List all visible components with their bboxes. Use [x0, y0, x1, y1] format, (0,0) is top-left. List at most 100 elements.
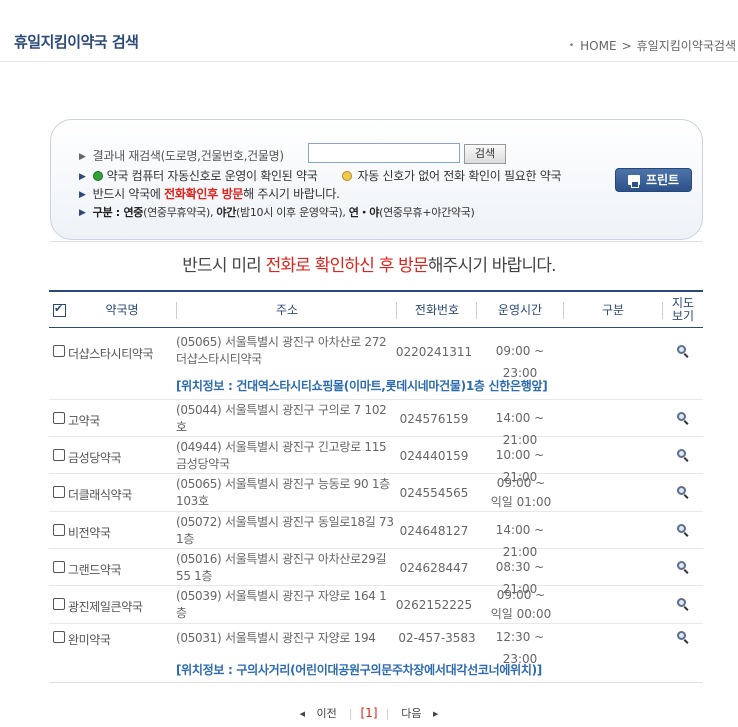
- type-c: 연・야: [348, 206, 380, 219]
- call-before-visit-notice: 반드시 미리 전화로 확인하신 후 방문해주시기 바랍니다.: [0, 251, 738, 276]
- page-header: 휴일지킴이약국 검색 • HOME > 휴일지킴이약국검색: [0, 0, 738, 62]
- table-row: 더클래식약국 (05065) 서울특별시 광진구 능동로 90 1층 103호 …: [49, 474, 703, 512]
- pharmacy-address: (04944) 서울특별시 광진구 긴고랑로 115 금성당약국: [176, 440, 387, 471]
- breadcrumb-home[interactable]: HOME: [580, 39, 616, 53]
- triangle-bullet-icon: ▶: [79, 190, 86, 200]
- print-button[interactable]: 프린트: [615, 168, 692, 192]
- pharmacy-address: (05044) 서울특별시 광진구 구의로 7 102호: [176, 403, 387, 434]
- pharmacy-name: 더클래식약국: [68, 488, 132, 502]
- breadcrumb-current: 휴일지킴이약국검색: [636, 39, 736, 53]
- map-search-icon[interactable]: [677, 598, 690, 611]
- table-row: 금성당약국 (04944) 서울특별시 광진구 긴고랑로 115 금성당약국 0…: [49, 437, 703, 484]
- map-search-icon[interactable]: [677, 524, 690, 537]
- pharmacy-name: 더샵스타시티약국: [68, 347, 154, 361]
- row-checkbox[interactable]: [53, 449, 65, 461]
- re-search-label: 결과내 재검색(도로명,건물번호,건물명): [92, 149, 284, 163]
- legend-green-label: 약국 컴퓨터 자동신호로 운영이 확인된 약국: [106, 169, 318, 183]
- table-row: 더샵스타시티약국 (05065) 서울특별시 광진구 아차산로 272 더샵스타…: [49, 329, 703, 400]
- prev-page-link[interactable]: ◀ 이전: [296, 707, 341, 720]
- re-search-row: ▶ 결과내 재검색(도로명,건물번호,건물명): [79, 147, 284, 164]
- header-name: 약국명: [105, 302, 139, 317]
- pharmacy-name: 그랜드약국: [68, 563, 122, 577]
- pharmacy-phone: 0220241311: [395, 345, 473, 359]
- re-search-input[interactable]: [308, 143, 460, 163]
- pharmacy-table: 약국명 주소 전화번호 운영시간 구분 지도 보기 더샵스타시티약국 (0506…: [49, 290, 703, 677]
- type-b-desc: (밤10시 이후 운영약국),: [236, 206, 349, 219]
- pharmacy-address: (05039) 서울특별시 광진구 자양로 164 1층: [176, 589, 387, 620]
- row-checkbox[interactable]: [53, 631, 65, 643]
- pharmacy-address: (05072) 서울특별시 광진구 동일로18길 73 1층: [176, 515, 394, 546]
- legend-row: ▶ 약국 컴퓨터 자동신호로 운영이 확인된 약국 자동 신호가 없어 전화 확인이…: [79, 167, 562, 184]
- type-a: 연중: [123, 206, 144, 219]
- pharmacy-address: (05065) 서울특별시 광진구 능동로 90 1층 103호: [176, 477, 390, 508]
- table-row: 완미약국 (05031) 서울특별시 광진구 자양로 194 02-457-35…: [49, 624, 703, 682]
- pharmacy-phone: 024440159: [399, 449, 469, 463]
- pharmacy-name: 완미약국: [68, 633, 111, 647]
- map-search-icon[interactable]: [677, 561, 690, 574]
- visit-note-post: 해 주시기 바랍니다.: [243, 187, 340, 201]
- print-label: 프린트: [645, 173, 680, 187]
- pharmacy-phone: 024648127: [399, 524, 469, 538]
- next-page-link[interactable]: 다음 ▶: [397, 707, 442, 720]
- pharmacy-name: 비전약국: [68, 526, 111, 540]
- row-checkbox[interactable]: [53, 412, 65, 424]
- pharmacy-address: (05016) 서울특별시 광진구 아차산로29길 55 1층: [176, 552, 387, 583]
- table-row: 광진제일큰약국 (05039) 서울특별시 광진구 자양로 164 1층 026…: [49, 586, 703, 624]
- header-phone: 전화번호: [414, 302, 460, 317]
- visit-note-row: ▶ 반드시 약국에 전화확인후 방문해 주시기 바랍니다.: [79, 185, 340, 202]
- type-b: 야간: [216, 206, 237, 219]
- map-search-icon[interactable]: [677, 412, 690, 425]
- row-checkbox[interactable]: [53, 598, 65, 610]
- header-type: 구분: [601, 302, 625, 317]
- green-signal-icon: [92, 171, 103, 181]
- type-label: 구분 :: [92, 206, 124, 219]
- table-row: 그랜드약국 (05016) 서울특별시 광진구 아차산로29길 55 1층 02…: [49, 549, 703, 596]
- bullet-icon: •: [568, 41, 575, 51]
- pharmacy-phone: 024576159: [399, 412, 469, 426]
- divider: [50, 682, 703, 683]
- notice-post: 해주시기 바랍니다.: [427, 256, 557, 276]
- search-panel: ▶ 결과내 재검색(도로명,건물번호,건물명) 검색 ▶ 약국 컴퓨터 자동신호로 …: [50, 119, 703, 240]
- pharmacy-name: 고약국: [68, 414, 100, 428]
- triangle-bullet-icon: ▶: [79, 172, 86, 182]
- type-a-desc: (연중무휴약국),: [143, 206, 217, 219]
- breadcrumb-separator: >: [621, 39, 632, 53]
- row-checkbox[interactable]: [53, 486, 65, 498]
- current-page[interactable]: [1]: [361, 706, 378, 720]
- table-header: 약국명 주소 전화번호 운영시간 구분 지도 보기: [49, 290, 703, 328]
- map-search-icon[interactable]: [677, 345, 690, 358]
- pager-separator: |: [385, 707, 390, 720]
- row-checkbox[interactable]: [53, 345, 65, 357]
- map-search-icon[interactable]: [677, 631, 690, 644]
- page-title: 휴일지킴이약국 검색: [14, 33, 139, 51]
- header-map: 지도 보기: [671, 296, 695, 323]
- pharmacy-phone: 02-457-3583: [398, 631, 476, 645]
- select-all-checkbox[interactable]: [53, 302, 66, 317]
- search-button[interactable]: 검색: [464, 144, 506, 164]
- map-search-icon[interactable]: [677, 486, 690, 499]
- type-legend-row: ▶ 구분 : 연중(연중무휴약국), 야간(밤10시 이후 운영약국), 연・야(…: [79, 204, 475, 220]
- pharmacy-phone: 024628447: [399, 561, 469, 575]
- next-label: 다음: [401, 707, 422, 720]
- pharmacy-address: (05065) 서울특별시 광진구 아차산로 272 더샵스타시티약국: [176, 335, 387, 366]
- header-hours: 운영시간: [497, 302, 543, 317]
- divider: [50, 241, 703, 242]
- chevron-left-icon: ◀: [299, 710, 306, 718]
- visit-note-emphasis: 전화확인후 방문: [164, 187, 244, 201]
- breadcrumb: • HOME > 휴일지킴이약국검색: [569, 37, 736, 54]
- row-checkbox[interactable]: [53, 561, 65, 573]
- table-row: 고약국 (05044) 서울특별시 광진구 구의로 7 102호 0245761…: [49, 400, 703, 447]
- pharmacy-phone: 0262152225: [395, 598, 473, 612]
- triangle-bullet-icon: ▶: [79, 152, 86, 162]
- notice-pre: 반드시 미리: [182, 256, 266, 276]
- table-row: 비전약국 (05072) 서울특별시 광진구 동일로18길 73 1층 0246…: [49, 512, 703, 559]
- triangle-bullet-icon: ▶: [79, 208, 86, 218]
- pharmacy-address: (05031) 서울특별시 광진구 자양로 194: [176, 631, 376, 645]
- chevron-right-icon: ▶: [432, 710, 439, 718]
- visit-note-pre: 반드시 약국에: [92, 187, 165, 201]
- legend-yellow-label: 자동 신호가 없어 전화 확인이 필요한 약국: [357, 169, 562, 183]
- map-search-icon[interactable]: [677, 449, 690, 462]
- header-address: 주소: [275, 302, 299, 317]
- row-checkbox[interactable]: [53, 524, 65, 536]
- pharmacy-name: 광진제일큰약국: [68, 600, 143, 614]
